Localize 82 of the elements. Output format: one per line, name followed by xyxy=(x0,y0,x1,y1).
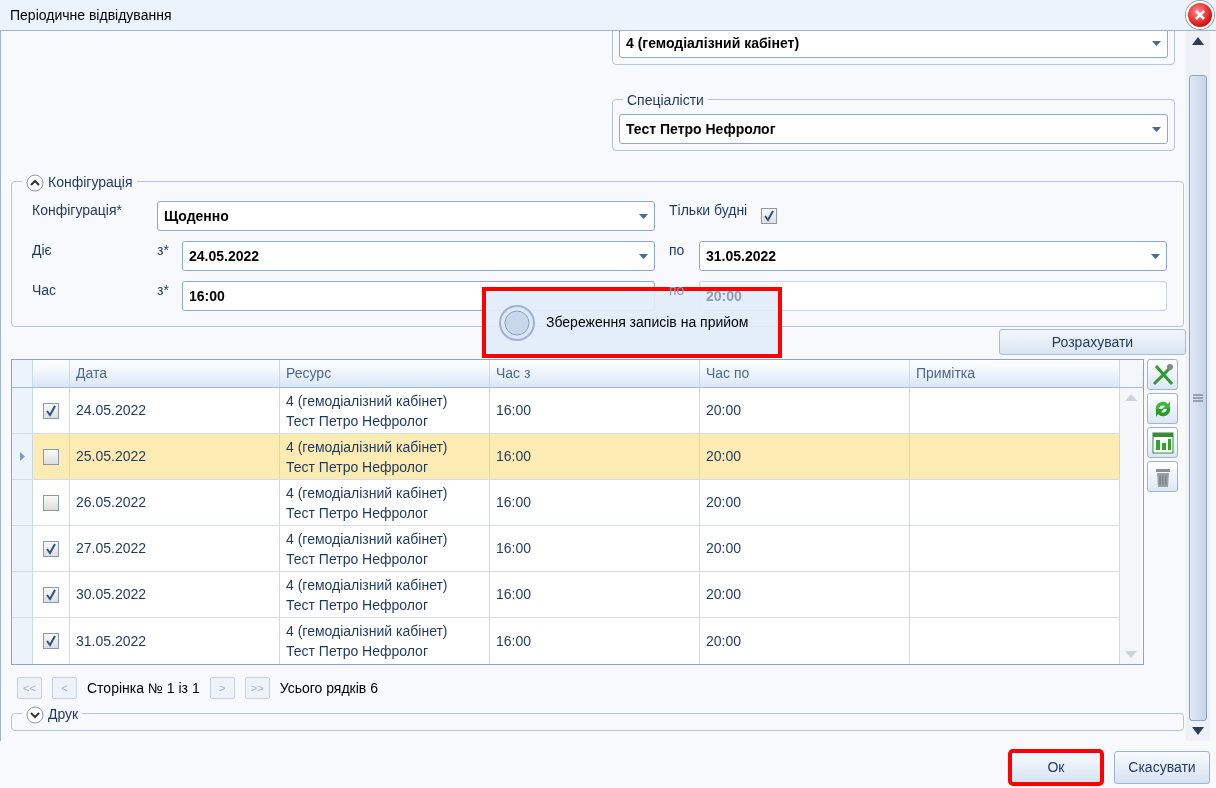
checkbox[interactable] xyxy=(43,448,59,465)
column-header[interactable]: Ресурс xyxy=(280,360,490,387)
table-cell: 20:00 xyxy=(700,526,910,571)
window-title: Періодичне відвідування xyxy=(10,5,172,25)
group-label: Конфігурація xyxy=(48,173,133,192)
close-icon xyxy=(1194,9,1206,21)
dropdown-field[interactable]: 24.05.2022 xyxy=(182,241,655,271)
collapse-icon[interactable] xyxy=(26,173,44,192)
field-label: Діє xyxy=(32,241,53,260)
trash-button[interactable] xyxy=(1147,461,1178,492)
table-row[interactable]: 30.05.2022 4 (гемодіалізний кабінет) Тест Петро Нефролог 16:00 20:00 xyxy=(12,572,1120,618)
table-cell: 20:00 xyxy=(700,434,910,479)
field-label: Час xyxy=(32,281,58,300)
field-value: 20:00 xyxy=(706,286,742,306)
ok-button[interactable]: Ок xyxy=(1010,751,1102,784)
table-cell: 16:00 xyxy=(490,434,700,479)
table-cell: 4 (гемодіалізний кабінет) Тест Петро Нефролог xyxy=(280,618,490,664)
checkbox[interactable] xyxy=(43,540,59,557)
dropdown-caret-icon[interactable] xyxy=(1151,253,1160,259)
loading-text: Збереження записів на прийом xyxy=(546,313,749,332)
spreadsheet-button[interactable] xyxy=(1147,427,1178,458)
row-indicator[interactable] xyxy=(12,434,33,479)
expand-icon[interactable] xyxy=(26,705,44,724)
table-cell: 16:00 xyxy=(490,572,700,617)
close-button[interactable] xyxy=(1186,1,1214,29)
column-header[interactable]: Дата xyxy=(70,360,280,387)
dropdown-caret-icon[interactable] xyxy=(639,253,648,259)
spreadsheet-icon xyxy=(1149,429,1176,456)
checkbox[interactable] xyxy=(43,633,59,649)
field-label: Тільки будні xyxy=(669,201,748,220)
table-cell: 4 (гемодіалізний кабінет) Тест Петро Нефролог xyxy=(280,434,490,479)
table-cell: 20:00 xyxy=(700,618,910,664)
table-row[interactable]: 25.05.2022 4 (гемодіалізний кабінет) Тест Петро Нефролог 16:00 20:00 xyxy=(12,434,1120,480)
dropdown-caret-icon[interactable] xyxy=(639,213,648,219)
table-cell: 27.05.2022 xyxy=(70,526,280,571)
calculate-button[interactable]: Розрахувати xyxy=(999,329,1186,355)
table-cell: 25.05.2022 xyxy=(70,434,280,479)
dropdown-field[interactable]: Щоденно xyxy=(157,201,655,231)
checkbox[interactable] xyxy=(761,208,778,224)
table-cell: 4 (гемодіалізний кабінет) Тест Петро Нефролог xyxy=(280,388,490,433)
table-cell: 30.05.2022 xyxy=(70,572,280,617)
group-label: Друк xyxy=(48,705,79,724)
cancel-button[interactable]: Скасувати xyxy=(1114,751,1210,784)
checkbox[interactable] xyxy=(43,586,59,603)
field-label: з* xyxy=(157,281,170,300)
scroll-bar[interactable] xyxy=(1186,31,1210,741)
spinner-icon xyxy=(498,303,536,342)
checkbox[interactable] xyxy=(43,494,59,511)
field-label: по xyxy=(669,241,686,260)
table-cell: 16:00 xyxy=(490,480,700,525)
table-cell: 4 (гемодіалізний кабінет) Тест Петро Нефролог xyxy=(280,480,490,525)
table-cell: 4 (гемодіалізний кабінет) Тест Петро Нефролог xyxy=(280,526,490,571)
field-label: Конфігурація* xyxy=(32,201,123,220)
table-cell: 4 (гемодіалізний кабінет) Тест Петро Нефролог xyxy=(280,572,490,617)
dropdown-field[interactable]: 31.05.2022 xyxy=(699,241,1167,271)
table-cell: 20:00 xyxy=(700,572,910,617)
table-cell: 16:00 xyxy=(490,618,700,664)
row-count: Усього рядків 6 xyxy=(279,678,378,698)
dropdown-field[interactable]: Тест Петро Нефролог xyxy=(619,114,1168,144)
table-cell: 16:00 xyxy=(490,388,700,433)
row-pointer-icon xyxy=(19,452,25,461)
column-header[interactable]: Час по xyxy=(700,360,910,387)
refresh-button[interactable] xyxy=(1147,393,1178,424)
table-cell: 16:00 xyxy=(490,526,700,571)
dropdown-caret-icon[interactable] xyxy=(1152,40,1161,46)
scroll-bar[interactable] xyxy=(1120,388,1142,664)
tools-button[interactable] xyxy=(1147,359,1178,390)
page-indicator: Сторінка № 1 із 1 xyxy=(87,678,200,698)
column-header[interactable]: Час з xyxy=(490,360,700,387)
table-row[interactable]: 26.05.2022 4 (гемодіалізний кабінет) Тест Петро Нефролог 16:00 20:00 xyxy=(12,480,1120,526)
table-cell: 31.05.2022 xyxy=(70,618,280,664)
dropdown-field[interactable]: 4 (гемодіалізний кабінет) xyxy=(619,31,1168,58)
dropdown-caret-icon[interactable] xyxy=(1152,126,1161,132)
table-row[interactable]: 31.05.2022 4 (гемодіалізний кабінет) Тест Петро Нефролог 16:00 20:00 xyxy=(12,618,1120,664)
field-label: з* xyxy=(157,241,170,260)
group-label: Спеціалісти xyxy=(627,91,704,110)
table-cell: 26.05.2022 xyxy=(70,480,280,525)
table-cell: 20:00 xyxy=(700,388,910,433)
table-cell: 20:00 xyxy=(700,480,910,525)
table-cell: 24.05.2022 xyxy=(70,388,280,433)
checkbox[interactable] xyxy=(43,402,59,419)
table-row[interactable]: 27.05.2022 4 (гемодіалізний кабінет) Тест Петро Нефролог 16:00 20:00 xyxy=(12,526,1120,572)
